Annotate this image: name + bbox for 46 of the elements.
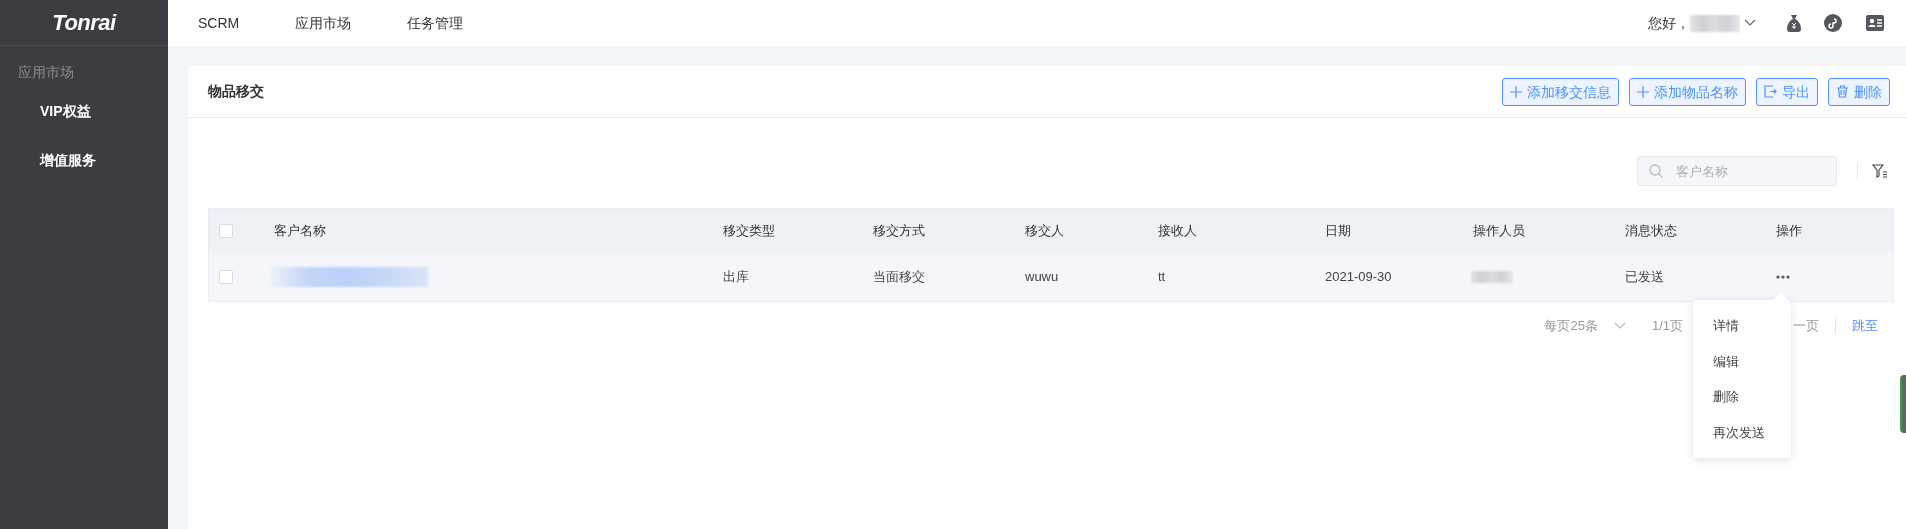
- column-header: 操作: [1776, 222, 1802, 241]
- contact-card-icon[interactable]: [1866, 15, 1884, 31]
- link-circle-icon[interactable]: [1824, 14, 1842, 32]
- trash-icon: [1836, 85, 1849, 98]
- table-cell-text: 出库: [723, 268, 749, 287]
- table-cell-text: 2021-09-30: [1325, 268, 1392, 287]
- page-indicator: 1/1页: [1651, 317, 1683, 335]
- nav-link[interactable]: 应用市场: [295, 12, 352, 34]
- plus-icon: [1510, 85, 1522, 98]
- column-header: 消息状态: [1625, 222, 1677, 241]
- table-cell-text: wuwu: [1025, 268, 1059, 287]
- column-header: 接收人: [1158, 222, 1197, 241]
- sidebar-section-label: 应用市场: [17, 63, 75, 82]
- money-bag-icon[interactable]: [1786, 14, 1802, 32]
- card-title: 物品移交: [208, 82, 264, 101]
- column-header: 移交类型: [723, 222, 775, 241]
- search-field[interactable]: 客户名称: [1637, 156, 1837, 186]
- menu-item[interactable]: 再次发送: [1693, 414, 1791, 450]
- table-cell-text: tt: [1158, 268, 1166, 287]
- checkbox[interactable]: [219, 270, 233, 284]
- column-header: 移交人: [1025, 222, 1064, 241]
- column-header: 操作人员: [1473, 222, 1525, 241]
- chevron-down-icon[interactable]: [1744, 19, 1756, 27]
- plus-icon: [1637, 85, 1649, 98]
- checkbox[interactable]: [219, 224, 233, 238]
- blurred-text: [1471, 271, 1513, 283]
- logo: Tonrai: [52, 9, 116, 37]
- more-icon[interactable]: [1776, 275, 1790, 279]
- side-handle[interactable]: [1900, 375, 1906, 433]
- table-cell-text: 已发送: [1625, 268, 1664, 287]
- column-header: 移交方式: [873, 222, 925, 241]
- sidebar-item[interactable]: 增值服务: [0, 140, 168, 181]
- sidebar-item[interactable]: VIP权益: [0, 91, 168, 132]
- table-cell-text: 当面移交: [873, 268, 925, 287]
- nav-link[interactable]: 任务管理: [407, 12, 464, 34]
- search-icon: [1649, 164, 1663, 178]
- export-icon: [1764, 85, 1777, 98]
- filter-icon[interactable]: [1872, 164, 1888, 178]
- blurred-username: [1690, 14, 1740, 32]
- greeting-text: 您好，: [1648, 13, 1690, 33]
- column-header: 客户名称: [274, 222, 326, 241]
- menu-item[interactable]: 详情: [1693, 308, 1791, 344]
- menu-item[interactable]: 编辑: [1693, 343, 1791, 379]
- column-header: 日期: [1325, 222, 1351, 241]
- menu-item[interactable]: 删除: [1693, 379, 1791, 415]
- nav-link[interactable]: SCRM: [198, 12, 240, 34]
